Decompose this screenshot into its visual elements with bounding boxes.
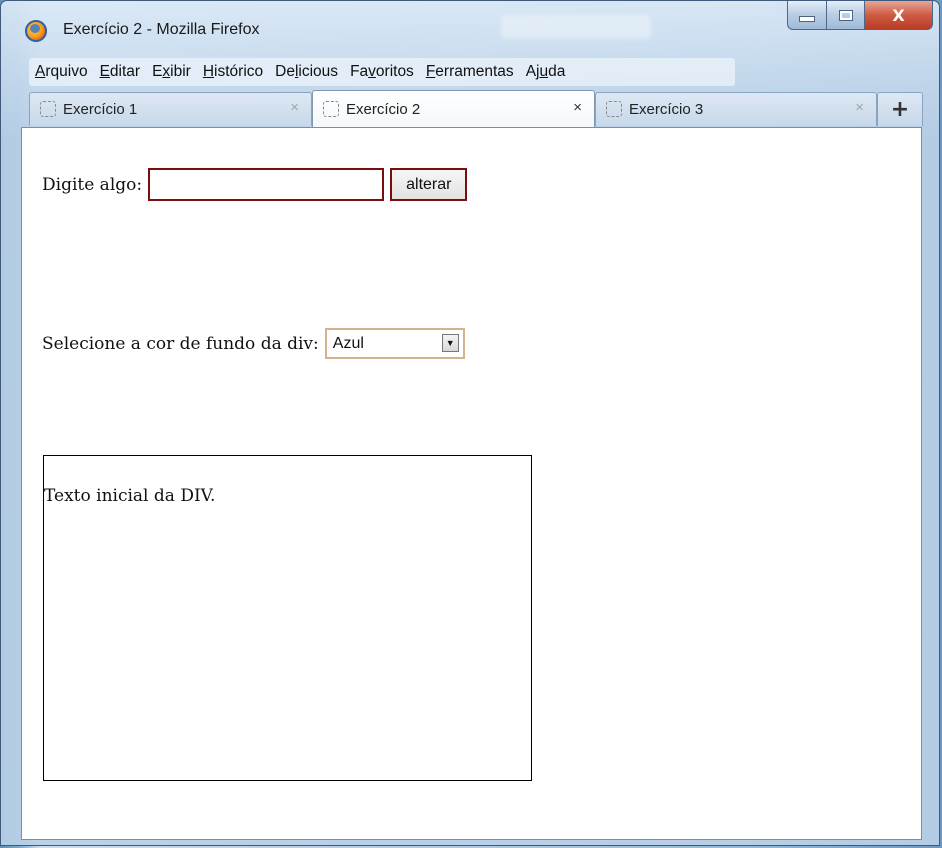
- browser-window: Exercício 2 - Mozilla Firefox X Arquivo …: [0, 0, 940, 846]
- menu-item-exibir[interactable]: Exibir: [146, 63, 197, 81]
- page-favicon-icon: [323, 101, 339, 117]
- target-div: Texto inicial da DIV.: [43, 455, 532, 781]
- page-favicon-icon: [40, 101, 56, 117]
- input-label: Digite algo:: [42, 174, 143, 195]
- tab-exercicio-1[interactable]: Exercício 1 ×: [29, 92, 312, 126]
- tab-close-icon[interactable]: ×: [855, 99, 864, 116]
- maximize-icon: [838, 9, 853, 21]
- select-value: Azul: [332, 335, 364, 352]
- color-select[interactable]: Azul ▼: [324, 328, 465, 359]
- tab-close-icon[interactable]: ×: [573, 99, 582, 116]
- tab-label: Exercício 1: [63, 101, 138, 118]
- close-button[interactable]: X: [865, 1, 933, 30]
- page-favicon-icon: [606, 101, 622, 117]
- tab-exercicio-3[interactable]: Exercício 3 ×: [595, 92, 877, 126]
- text-input[interactable]: [148, 168, 385, 201]
- new-tab-button[interactable]: +: [877, 92, 923, 126]
- tab-label: Exercício 2: [346, 101, 421, 118]
- div-text: Texto inicial da DIV.: [44, 486, 216, 506]
- maximize-button[interactable]: [827, 1, 865, 30]
- input-row: Digite algo: alterar: [42, 168, 468, 201]
- menu-item-ferramentas[interactable]: Ferramentas: [420, 63, 520, 81]
- menu-item-favoritos[interactable]: Favoritos: [344, 63, 420, 81]
- tab-strip: Exercício 1 × Exercício 2 × Exercício 3 …: [29, 90, 924, 128]
- tab-close-icon[interactable]: ×: [290, 99, 299, 116]
- plus-icon: +: [890, 97, 910, 122]
- minimize-button[interactable]: [787, 1, 827, 30]
- menu-item-ajuda[interactable]: Ajuda: [520, 63, 572, 81]
- tab-label: Exercício 3: [629, 101, 704, 118]
- window-controls: X: [787, 1, 933, 31]
- background-window-ghost: [501, 15, 651, 39]
- select-label: Selecione a cor de fundo da div:: [42, 333, 319, 354]
- tab-exercicio-2[interactable]: Exercício 2 ×: [312, 90, 595, 127]
- menu-bar: Arquivo Editar Exibir Histórico Deliciou…: [29, 58, 735, 86]
- firefox-icon[interactable]: [25, 20, 47, 42]
- menu-item-delicious[interactable]: Delicious: [269, 63, 344, 81]
- menu-item-editar[interactable]: Editar: [94, 63, 147, 81]
- page-content: Digite algo: alterar Selecione a cor de …: [21, 127, 922, 840]
- menu-item-arquivo[interactable]: Arquivo: [29, 63, 94, 81]
- title-bar[interactable]: Exercício 2 - Mozilla Firefox X: [1, 1, 939, 53]
- alterar-button[interactable]: alterar: [390, 168, 468, 201]
- menu-item-historico[interactable]: Histórico: [197, 63, 269, 81]
- dropdown-arrow-icon[interactable]: ▼: [441, 334, 459, 352]
- close-icon: X: [892, 5, 905, 25]
- select-row: Selecione a cor de fundo da div: Azul ▼: [42, 328, 465, 359]
- window-title: Exercício 2 - Mozilla Firefox: [63, 21, 260, 38]
- minimize-icon: [799, 16, 815, 22]
